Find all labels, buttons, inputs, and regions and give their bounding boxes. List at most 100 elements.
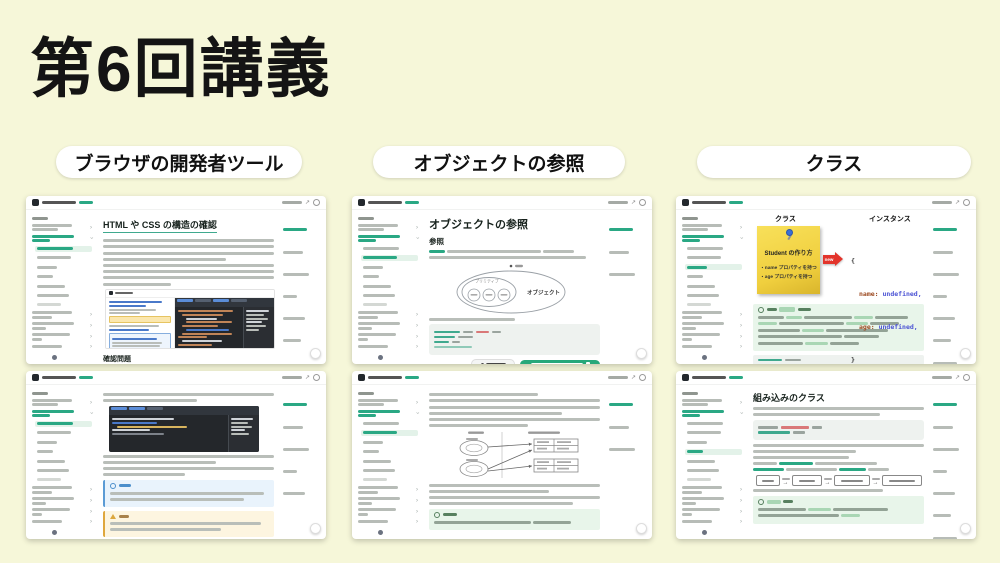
- footer-icon: [702, 355, 707, 360]
- text-line: [363, 431, 397, 434]
- chevron-right-icon: ›: [416, 487, 418, 493]
- instance-code: { name: undefined, age: undefined, }: [851, 234, 922, 364]
- note-callout: [103, 480, 274, 508]
- scroll-top-button: [960, 523, 971, 534]
- footer-icon: [378, 355, 383, 360]
- text-line: [358, 327, 372, 330]
- sidebar-subitem: [685, 477, 742, 483]
- text-line: [358, 338, 368, 341]
- text-line: [429, 412, 562, 415]
- chevron-right-icon: ›: [740, 498, 742, 504]
- text-line: [363, 450, 379, 453]
- sidebar-item: ›: [358, 311, 418, 319]
- sidebar: ››››››: [26, 385, 95, 539]
- text-line: [103, 276, 274, 279]
- text-line: [687, 256, 721, 259]
- sidebar-item: ›: [358, 519, 418, 525]
- side-panel: [228, 415, 259, 452]
- sidebar-section: ›: [682, 410, 742, 418]
- sidebar-item: [682, 392, 742, 395]
- text-line: [609, 273, 635, 276]
- instance-label: インスタンス: [869, 214, 911, 224]
- text-line: [37, 478, 61, 481]
- text-line: [42, 376, 76, 379]
- toc-item: [933, 463, 971, 481]
- text-line: [429, 502, 573, 505]
- sidebar-subitem: [361, 477, 418, 483]
- text-line: [358, 322, 400, 325]
- sidebar-item: ›: [682, 508, 742, 516]
- text-line: [37, 266, 57, 269]
- text-line: [363, 256, 397, 259]
- sidebar-item: ›: [32, 333, 92, 341]
- sidebar-item: ›: [32, 486, 92, 494]
- site-logo-icon: [32, 374, 39, 381]
- chevron-right-icon: ›: [740, 487, 742, 493]
- scroll-top-button: [310, 523, 321, 534]
- sidebar-subitem: [685, 458, 742, 464]
- sidebar-item: ›: [358, 486, 418, 494]
- text-line: [358, 235, 400, 238]
- tip-icon: [758, 499, 764, 505]
- text-line: [682, 414, 700, 417]
- sidebar-item: ›: [358, 333, 418, 341]
- site-logo-icon: [358, 374, 365, 381]
- text-line: [103, 239, 274, 242]
- sidebar-subitem: [685, 293, 742, 299]
- sidebar-subitem: [361, 421, 418, 427]
- chevron-down-icon: ›: [414, 237, 420, 239]
- text-line: [687, 431, 721, 434]
- sidebar: ››››››: [26, 210, 95, 364]
- class-label: クラス: [775, 214, 796, 224]
- sidebar-subitem: [35, 274, 92, 280]
- sidebar-item: ›: [682, 519, 742, 525]
- text-line: [753, 413, 880, 416]
- topic-pill-devtools: ブラウザの開発者ツール: [56, 146, 302, 178]
- sidebar-item: [358, 217, 418, 220]
- text-line: [682, 228, 708, 231]
- text-line: [609, 448, 635, 451]
- sidebar-section: ›: [358, 410, 418, 418]
- sidebar-item: ›: [682, 333, 742, 341]
- account-icon: [313, 374, 320, 381]
- text-line: [933, 403, 957, 406]
- toc: [607, 210, 652, 364]
- sidebar-subitem: [35, 255, 92, 261]
- sidebar-item: [682, 217, 742, 220]
- text-line: [933, 514, 951, 517]
- text-line: [32, 508, 70, 511]
- chain-arrow: →: [872, 478, 880, 486]
- text-line: [682, 497, 724, 500]
- paragraph-skeleton: [753, 456, 924, 459]
- chevron-right-icon: ›: [416, 344, 418, 350]
- text-line: [682, 322, 724, 325]
- toc: [931, 385, 976, 539]
- highlighted-element: [109, 316, 171, 323]
- text-line: [358, 513, 368, 516]
- text-line: [363, 294, 395, 297]
- text-line: [687, 303, 711, 306]
- chevron-down-icon: ›: [88, 412, 94, 414]
- sidebar-item: ›: [32, 311, 92, 319]
- text-line: [32, 327, 46, 330]
- text-line: [682, 491, 702, 494]
- text-line: [363, 247, 399, 250]
- toc-item: [283, 463, 321, 481]
- text-line: [609, 228, 633, 231]
- sidebar-section: ›: [32, 410, 92, 418]
- text-line: [682, 508, 720, 511]
- sidebar-item: [32, 392, 92, 395]
- sidebar-subitem-active: [35, 421, 92, 427]
- text-line: [358, 228, 384, 231]
- sidebar-subitem: [35, 439, 92, 445]
- paragraph-skeleton: [429, 256, 600, 259]
- scroll-top-button: [636, 348, 647, 359]
- chain-node: [834, 475, 870, 486]
- sidebar-section: ›: [32, 235, 92, 243]
- thumbnail-builtin-class-page: ↗ ›››››› 組み込みのクラス → →: [676, 371, 976, 539]
- text-line: [687, 441, 707, 444]
- chevron-right-icon: ›: [90, 225, 92, 231]
- text-line: [37, 469, 69, 472]
- chevron-right-icon: ›: [740, 519, 742, 525]
- toc-item: [933, 441, 971, 459]
